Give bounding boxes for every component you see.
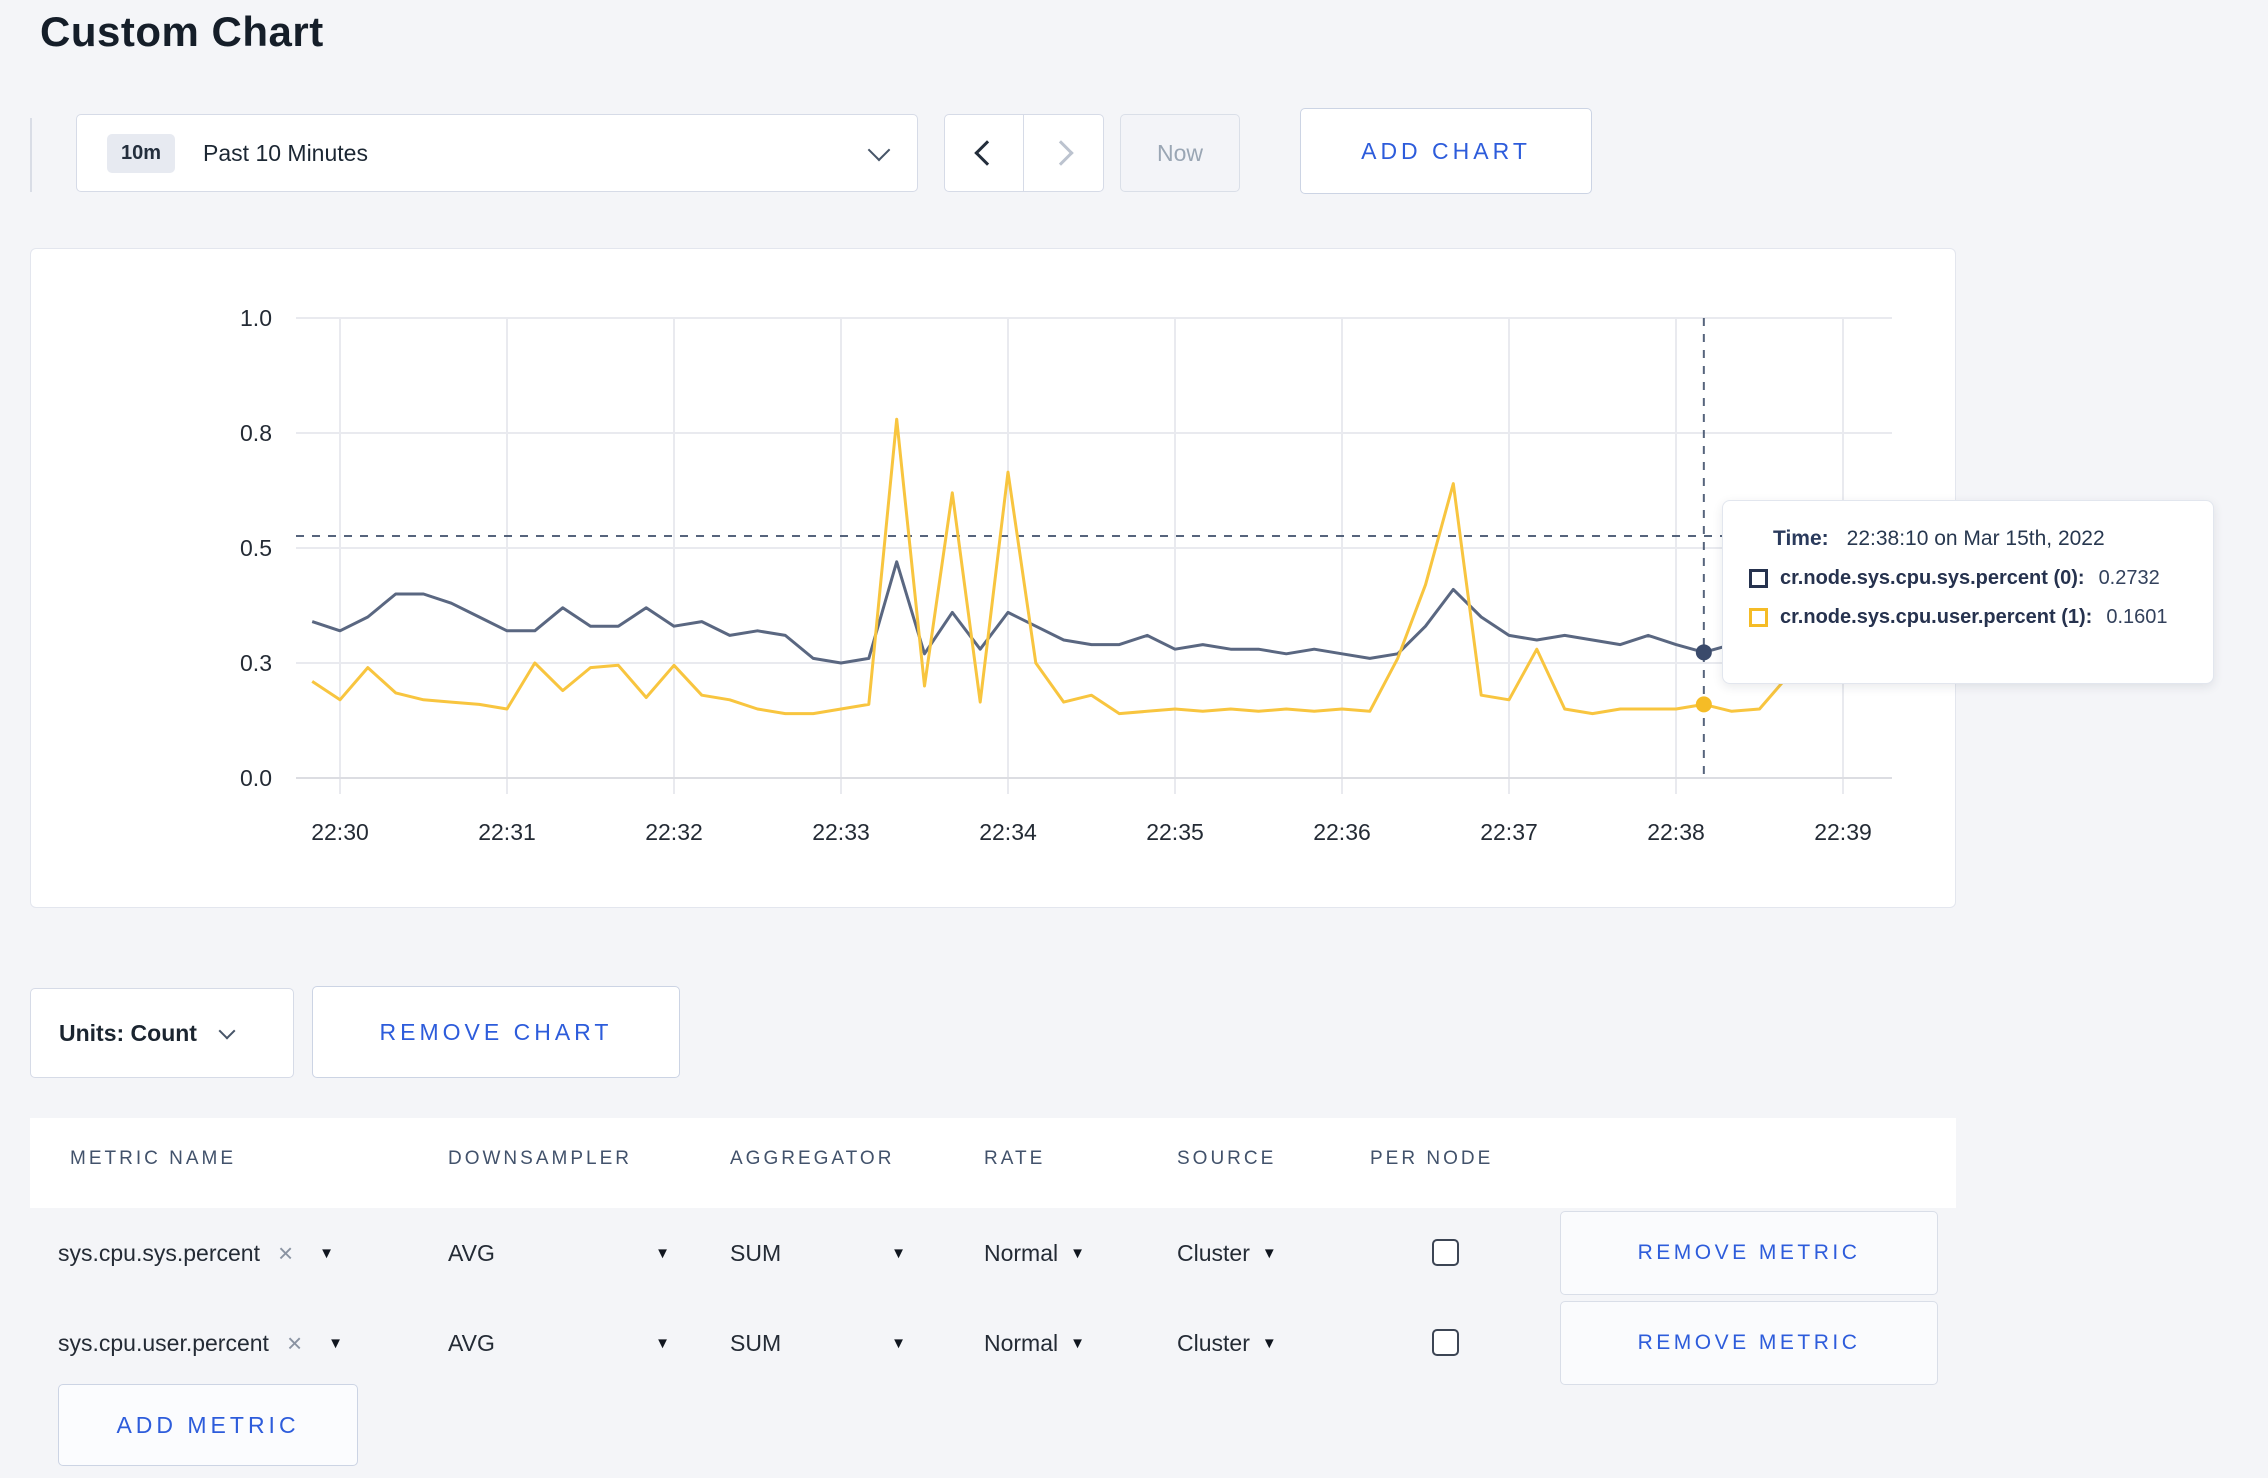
dropdown-caret-icon[interactable]: ▼: [1262, 1245, 1277, 1262]
x-axis-tick-label: 22:32: [645, 819, 703, 845]
chevron-down-icon: [218, 1022, 236, 1040]
rate-value: Normal: [984, 1239, 1059, 1266]
aggregator-value: SUM: [730, 1239, 782, 1266]
y-axis-tick-label: 0.3: [240, 650, 272, 676]
chevron-left-icon: [974, 140, 1000, 166]
hover-dot-sys: [1695, 644, 1712, 661]
aggregator-value: SUM: [730, 1329, 782, 1356]
next-range-button[interactable]: [1024, 115, 1103, 191]
metrics-table-header: METRIC NAME DOWNSAMPLER AGGREGATOR RATE SOUR…: [30, 1118, 1956, 1208]
aggregator-dropdown[interactable]: SUM ▼: [730, 1208, 906, 1298]
units-dropdown[interactable]: Units: Count: [30, 988, 294, 1078]
downsampler-dropdown[interactable]: AVG ▼: [448, 1298, 670, 1388]
now-button-label: Now: [1156, 139, 1203, 166]
time-range-label: Past 10 Minutes: [203, 139, 368, 166]
add-chart-button[interactable]: ADD CHART: [1300, 108, 1592, 194]
downsampler-value: AVG: [448, 1329, 495, 1356]
x-axis-tick-label: 22:34: [979, 819, 1037, 845]
metric-table-row: sys.cpu.sys.percent × ▼ AVG ▼ SUM ▼ Normal ▼ Clus…: [30, 1208, 1956, 1298]
remove-metric-button[interactable]: REMOVE METRIC: [1560, 1301, 1938, 1385]
dropdown-caret-icon[interactable]: ▼: [655, 1245, 670, 1262]
tooltip-series-row: cr.node.sys.cpu.sys.percent (0): 0.2732: [1749, 567, 2183, 590]
column-header-per-node: PER NODE: [1370, 1148, 1494, 1169]
downsampler-value: AVG: [448, 1239, 495, 1266]
toolbar-divider: [30, 118, 32, 192]
dropdown-caret-icon[interactable]: ▼: [891, 1245, 906, 1262]
x-axis-tick-label: 22:33: [812, 819, 870, 845]
metric-name-dropdown[interactable]: sys.cpu.sys.percent × ▼: [58, 1208, 334, 1298]
metric-table-row: sys.cpu.user.percent × ▼ AVG ▼ SUM ▼ Normal ▼ Clu…: [30, 1298, 1956, 1388]
y-axis-tick-label: 0.0: [240, 765, 272, 791]
add-chart-label: ADD CHART: [1361, 137, 1531, 164]
x-axis-tick-label: 22:37: [1480, 819, 1538, 845]
column-header-source: SOURCE: [1177, 1148, 1277, 1169]
x-axis-tick-label: 22:35: [1146, 819, 1204, 845]
prev-range-button[interactable]: [945, 115, 1024, 191]
dropdown-caret-icon[interactable]: ▼: [891, 1335, 906, 1352]
source-dropdown[interactable]: Cluster ▼: [1177, 1298, 1277, 1388]
tooltip-time-label: Time:: [1773, 527, 1829, 550]
per-node-checkbox[interactable]: [1432, 1239, 1459, 1266]
sys-series-swatch-icon: [1749, 569, 1768, 588]
units-dropdown-label: Units: Count: [59, 1019, 197, 1046]
dropdown-caret-icon[interactable]: ▼: [655, 1335, 670, 1352]
remove-chart-label: REMOVE CHART: [379, 1018, 613, 1045]
add-metric-button[interactable]: ADD METRIC: [58, 1384, 358, 1466]
dropdown-caret-icon[interactable]: ▼: [319, 1245, 334, 1262]
column-header-aggregator: AGGREGATOR: [730, 1148, 895, 1169]
tooltip-time-value: 22:38:10 on Mar 15th, 2022: [1846, 527, 2105, 550]
tooltip-series-row: cr.node.sys.cpu.user.percent (1): 0.1601: [1749, 606, 2183, 629]
add-metric-label: ADD METRIC: [116, 1411, 300, 1438]
tooltip-series-label: cr.node.sys.cpu.sys.percent (0):: [1780, 567, 2085, 589]
source-value: Cluster: [1177, 1329, 1250, 1356]
rate-dropdown[interactable]: Normal ▼: [984, 1208, 1085, 1298]
user-series-swatch-icon: [1749, 608, 1768, 627]
aggregator-dropdown[interactable]: SUM ▼: [730, 1298, 906, 1388]
time-range-nav: [944, 114, 1104, 192]
timeseries-chart[interactable]: 0.0 0.3 0.5 0.8 1.0 22:30 22:31 22:32 22:33 22:34…: [30, 248, 1956, 908]
series-line-sys: [311, 560, 1872, 665]
metric-name-value: sys.cpu.user.percent: [58, 1329, 269, 1356]
chevron-right-icon: [1047, 140, 1074, 166]
tooltip-time-row: Time: 22:38:10 on Mar 15th, 2022: [1749, 527, 2183, 551]
per-node-checkbox[interactable]: [1432, 1329, 1459, 1356]
remove-metric-button[interactable]: REMOVE METRIC: [1560, 1211, 1938, 1295]
x-axis-tick-label: 22:39: [1814, 819, 1872, 845]
time-range-selector[interactable]: 10m Past 10 Minutes: [76, 114, 918, 192]
rate-value: Normal: [984, 1329, 1059, 1356]
dropdown-caret-icon[interactable]: ▼: [328, 1335, 343, 1352]
column-header-rate: RATE: [984, 1148, 1046, 1169]
dropdown-caret-icon[interactable]: ▼: [1070, 1245, 1085, 1262]
series-line-user: [311, 417, 1872, 716]
y-axis-tick-label: 0.5: [240, 535, 272, 561]
x-axis-tick-label: 22:36: [1313, 819, 1371, 845]
x-axis-tick-label: 22:38: [1647, 819, 1705, 845]
y-axis-tick-label: 1.0: [240, 305, 272, 331]
tooltip-series-value: 0.2732: [2098, 567, 2160, 589]
clear-metric-icon[interactable]: ×: [287, 1330, 302, 1356]
dropdown-caret-icon[interactable]: ▼: [1262, 1335, 1277, 1352]
hover-dot-user: [1695, 696, 1712, 713]
downsampler-dropdown[interactable]: AVG ▼: [448, 1208, 670, 1298]
column-header-downsampler: DOWNSAMPLER: [448, 1148, 632, 1169]
chart-tooltip: Time: 22:38:10 on Mar 15th, 2022 cr.node…: [1722, 500, 2214, 684]
page-title: Custom Chart: [40, 8, 324, 55]
remove-chart-button[interactable]: REMOVE CHART: [312, 986, 680, 1078]
dropdown-caret-icon[interactable]: ▼: [1070, 1335, 1085, 1352]
now-button[interactable]: Now: [1120, 114, 1240, 192]
source-dropdown[interactable]: Cluster ▼: [1177, 1208, 1277, 1298]
tooltip-series-label: cr.node.sys.cpu.user.percent (1):: [1780, 606, 2093, 628]
y-axis-tick-label: 0.8: [240, 420, 272, 446]
metric-name-value: sys.cpu.sys.percent: [58, 1239, 260, 1266]
x-axis-tick-label: 22:30: [311, 819, 369, 845]
x-axis-tick-label: 22:31: [478, 819, 536, 845]
time-range-badge: 10m: [107, 133, 176, 173]
rate-dropdown[interactable]: Normal ▼: [984, 1298, 1085, 1388]
chevron-down-icon: [867, 138, 891, 162]
clear-metric-icon[interactable]: ×: [278, 1240, 293, 1266]
column-header-metric-name: METRIC NAME: [70, 1148, 236, 1169]
source-value: Cluster: [1177, 1239, 1250, 1266]
metric-name-dropdown[interactable]: sys.cpu.user.percent × ▼: [58, 1298, 343, 1388]
tooltip-series-value: 0.1601: [2106, 606, 2168, 628]
